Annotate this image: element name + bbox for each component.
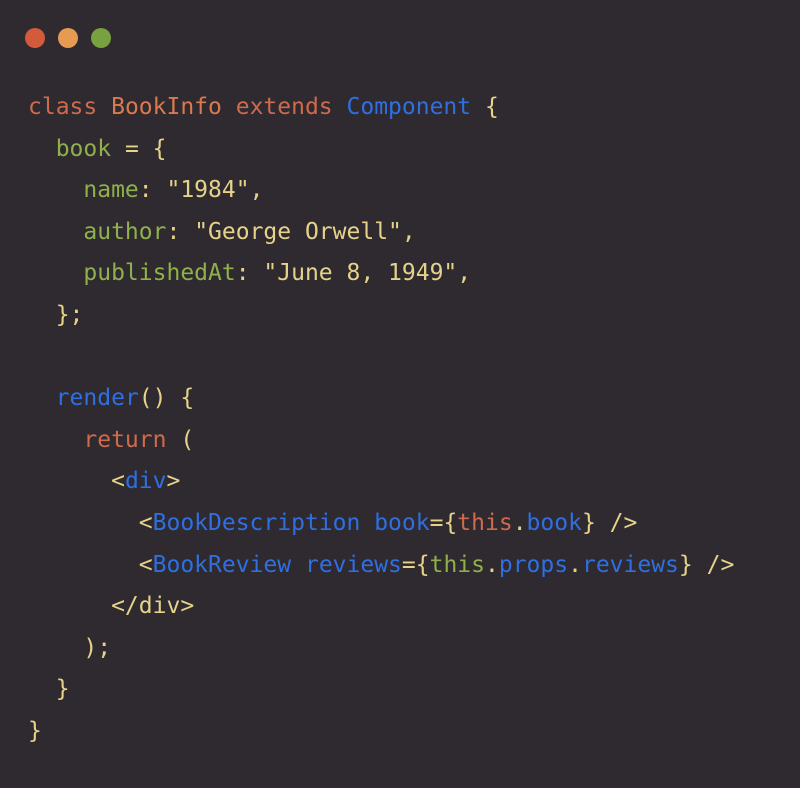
code-token: publishedAt	[83, 260, 236, 287]
code-line: name: "1984",	[28, 170, 800, 212]
close-button[interactable]	[25, 28, 45, 48]
code-token: reviews	[304, 551, 402, 578]
code-token: (	[166, 426, 195, 453]
code-token: this	[429, 551, 485, 578]
window-controls	[25, 28, 111, 48]
code-line: </div>	[28, 586, 800, 628]
code-token: </div>	[28, 593, 195, 620]
code-token: .	[512, 509, 527, 536]
code-token: reviews	[581, 551, 679, 578]
code-token: } />	[581, 509, 638, 536]
code-token: extends	[221, 94, 347, 120]
code-token: <	[28, 468, 125, 495]
code-token: render	[55, 385, 139, 412]
code-token: "1984"	[166, 177, 250, 204]
code-token: );	[28, 634, 112, 661]
code-token: :	[235, 260, 264, 287]
code-token: ,	[249, 177, 264, 204]
code-line: book = {	[28, 129, 800, 171]
code-line: author: "George Orwell",	[28, 212, 800, 254]
code-token: }	[28, 676, 70, 703]
code-token: {	[471, 94, 499, 120]
code-token: }	[28, 717, 42, 744]
code-token: "George Orwell"	[194, 218, 402, 245]
code-block: class BookInfo extends Component { book …	[28, 87, 800, 753]
minimize-button[interactable]	[58, 28, 78, 48]
code-token: props	[498, 551, 569, 578]
code-token: Component	[346, 94, 472, 120]
code-line: <BookReview reviews={this.props.reviews}…	[28, 545, 800, 587]
code-line: publishedAt: "June 8, 1949",	[28, 253, 800, 295]
maximize-button[interactable]	[91, 28, 111, 48]
code-token: name	[83, 177, 139, 204]
code-line: };	[28, 295, 800, 337]
code-line: <BookDescription book={this.book} />	[28, 503, 800, 545]
code-token: () {	[138, 385, 195, 412]
code-token: ,	[457, 260, 472, 287]
code-window: class BookInfo extends Component { book …	[0, 0, 800, 788]
code-token: BookDescription	[152, 509, 361, 536]
code-token: } />	[678, 551, 735, 578]
code-token: :	[138, 177, 167, 204]
code-token: return	[83, 426, 167, 453]
code-line: );	[28, 628, 800, 670]
code-token: this	[457, 509, 513, 536]
code-token: book	[55, 135, 112, 162]
code-token: ={	[429, 509, 458, 536]
code-token: <	[28, 551, 153, 578]
code-token: BookInfo	[111, 94, 222, 120]
code-token: = {	[111, 135, 167, 162]
code-token: <	[28, 509, 153, 536]
code-line: render() {	[28, 378, 800, 420]
code-token: ,	[401, 218, 416, 245]
code-line: return (	[28, 420, 800, 462]
code-line: class BookInfo extends Component {	[28, 87, 800, 129]
code-token: :	[166, 218, 195, 245]
code-line: <div>	[28, 461, 800, 503]
code-line: }	[28, 711, 800, 753]
code-token: };	[28, 301, 84, 328]
code-line: }	[28, 669, 800, 711]
code-token: class	[28, 94, 112, 120]
code-token: BookReview	[152, 551, 292, 578]
code-token: ={	[401, 551, 430, 578]
code-token: >	[166, 468, 181, 495]
code-token: book	[374, 509, 430, 536]
code-token: author	[83, 218, 167, 245]
code-token: .	[568, 551, 582, 578]
code-token: .	[485, 551, 499, 578]
code-token: div	[124, 468, 167, 495]
code-token: "June 8, 1949"	[263, 260, 458, 287]
code-token: book	[526, 509, 582, 536]
